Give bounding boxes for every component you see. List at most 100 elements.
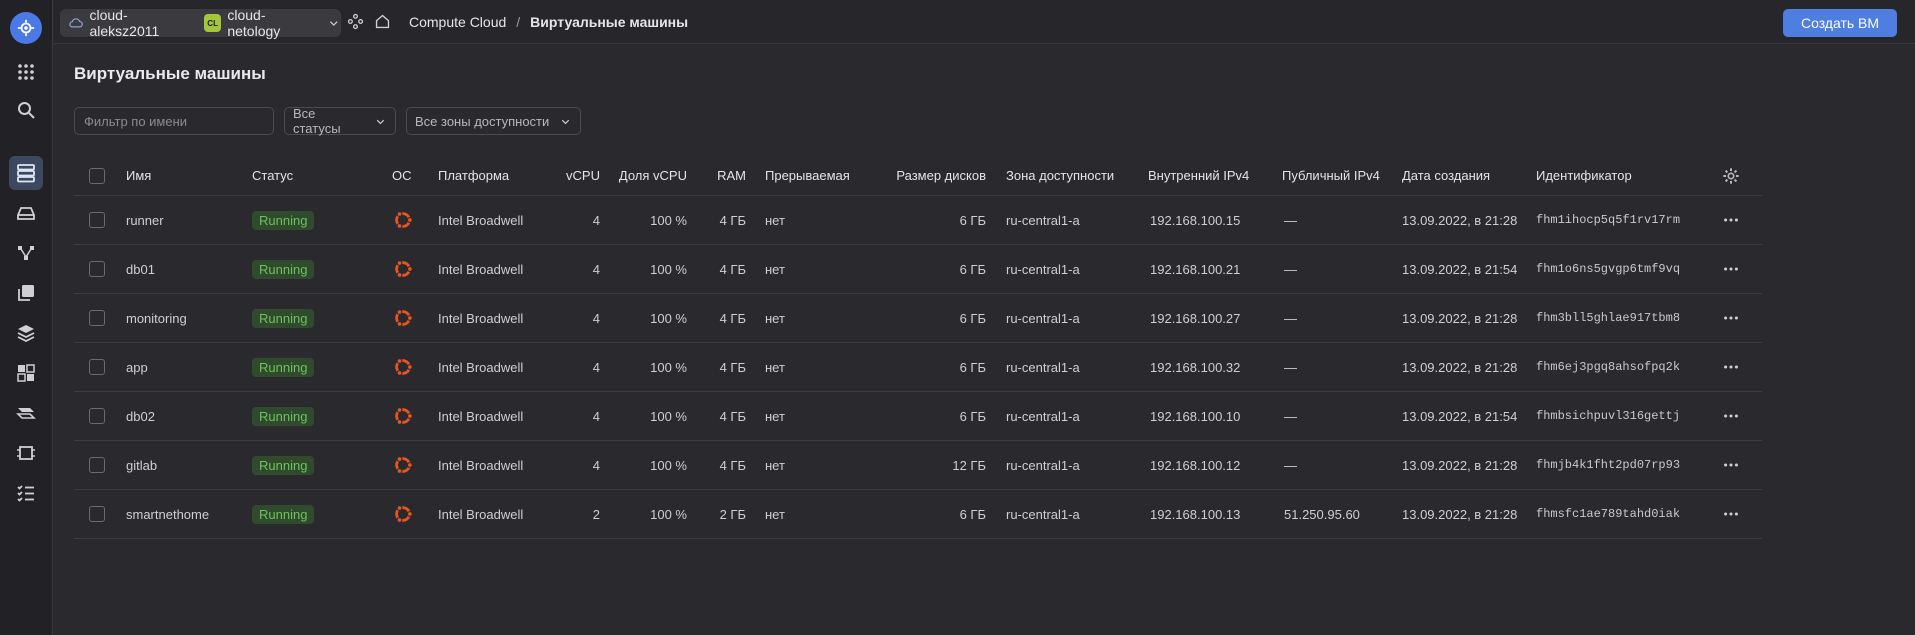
zone-filter-select[interactable]: Все зоны доступности <box>406 107 581 135</box>
table-row[interactable]: monitoring Running Intel Broadwell 4 100… <box>74 294 1762 343</box>
service-nodes-icon[interactable] <box>347 13 364 30</box>
vcpu-share: 100 % <box>650 506 687 522</box>
dedicated-hosts-icon[interactable] <box>9 436 43 470</box>
vm-name[interactable]: smartnethome <box>126 490 209 538</box>
column-settings-gear-icon[interactable] <box>1722 156 1740 195</box>
vm-name[interactable]: db01 <box>126 245 155 293</box>
row-checkbox[interactable] <box>89 408 105 424</box>
table-row[interactable]: db01 Running Intel Broadwell 4 100 % 4 Г… <box>74 245 1762 294</box>
cloud-logo-icon[interactable] <box>10 12 42 44</box>
header-vcpu-share[interactable]: Доля vCPU <box>609 156 687 195</box>
create-vm-button[interactable]: Создать ВМ <box>1783 9 1897 37</box>
select-all-checkbox[interactable] <box>89 167 105 184</box>
row-checkbox[interactable] <box>89 359 105 375</box>
disk-size: 12 ГБ <box>952 457 986 473</box>
table-body: runner Running Intel Broadwell 4 100 % 4… <box>74 196 1762 539</box>
vcpu-share: 100 % <box>650 359 687 375</box>
header-internal-ip[interactable]: Внутренний IPv4 <box>1148 156 1249 195</box>
created-date: 13.09.2022, в 21:28 <box>1402 457 1518 473</box>
table-row[interactable]: db02 Running Intel Broadwell 4 100 % 4 Г… <box>74 392 1762 441</box>
vm-name[interactable]: app <box>126 343 148 391</box>
instance-groups-icon[interactable] <box>9 356 43 390</box>
header-id[interactable]: Идентификатор <box>1536 156 1632 195</box>
platform: Intel Broadwell <box>438 359 524 375</box>
ram: 4 ГБ <box>719 212 746 228</box>
disk-size: 6 ГБ <box>959 506 986 522</box>
more-horizontal-icon[interactable] <box>1722 343 1740 391</box>
header-public-ip[interactable]: Публичный IPv4 <box>1282 156 1380 195</box>
header-zone[interactable]: Зона доступности <box>1006 156 1114 195</box>
breadcrumb-service[interactable]: Compute Cloud <box>409 14 506 30</box>
more-horizontal-icon[interactable] <box>1722 196 1740 244</box>
name-filter-input[interactable] <box>74 107 274 135</box>
home-icon[interactable] <box>374 13 391 30</box>
header-platform[interactable]: Платформа <box>438 156 509 195</box>
gpu-clusters-icon[interactable] <box>9 396 43 430</box>
images-icon[interactable] <box>9 316 43 350</box>
vm-name[interactable]: monitoring <box>126 294 187 342</box>
disks-icon[interactable] <box>9 196 43 230</box>
header-created[interactable]: Дата создания <box>1402 156 1490 195</box>
header-os[interactable]: ОС <box>392 156 412 195</box>
snapshots-icon[interactable] <box>9 276 43 310</box>
row-checkbox[interactable] <box>89 261 105 277</box>
row-checkbox[interactable] <box>89 310 105 326</box>
vm-name[interactable]: runner <box>126 196 164 244</box>
table-row[interactable]: app Running Intel Broadwell 4 100 % 4 ГБ… <box>74 343 1762 392</box>
created-date: 13.09.2022, в 21:28 <box>1402 506 1518 522</box>
header-vcpu[interactable]: vCPU <box>544 156 600 195</box>
row-checkbox[interactable] <box>89 457 105 473</box>
status-cell: Running <box>252 392 315 440</box>
more-horizontal-icon[interactable] <box>1722 294 1740 342</box>
table-row[interactable]: gitlab Running Intel Broadwell 4 100 % 4… <box>74 441 1762 490</box>
folder-name: cloud-netology <box>227 7 281 39</box>
header-name[interactable]: Имя <box>126 156 151 195</box>
cloud-folder-switcher[interactable]: cloud-aleksz2011 CL cloud-netology <box>60 7 341 39</box>
placement-groups-icon[interactable] <box>9 236 43 270</box>
more-horizontal-icon[interactable] <box>1722 441 1740 489</box>
row-checkbox[interactable] <box>89 212 105 228</box>
header-disk-size[interactable]: Размер дисков <box>874 156 986 195</box>
ubuntu-icon <box>392 196 414 244</box>
vm-name[interactable]: gitlab <box>126 441 157 489</box>
internal-ip: 192.168.100.10 <box>1150 408 1241 424</box>
more-horizontal-icon[interactable] <box>1722 392 1740 440</box>
zone: ru-central1-a <box>1006 212 1080 228</box>
vcpu: 2 <box>592 506 600 522</box>
public-ip: — <box>1284 261 1297 277</box>
platform: Intel Broadwell <box>438 408 524 424</box>
ubuntu-icon <box>392 490 414 538</box>
vcpu-share: 100 % <box>650 310 687 326</box>
virtual-machines-icon[interactable] <box>9 156 43 190</box>
status-badge: Running <box>252 210 315 230</box>
status-filter-select[interactable]: Все статусы <box>284 106 396 136</box>
status-badge: Running <box>252 455 315 475</box>
table-row[interactable]: runner Running Intel Broadwell 4 100 % 4… <box>74 196 1762 245</box>
public-ip: — <box>1284 310 1297 326</box>
table-row[interactable]: smartnethome Running Intel Broadwell 2 1… <box>74 490 1762 539</box>
header-status[interactable]: Статус <box>252 156 293 195</box>
folder-badge: CL <box>203 14 222 32</box>
status-filter-label: Все статусы <box>293 106 341 136</box>
status-badge: Running <box>252 357 315 377</box>
ram: 2 ГБ <box>719 506 746 522</box>
operations-icon[interactable] <box>9 476 43 510</box>
search-icon[interactable] <box>9 93 43 127</box>
row-checkbox[interactable] <box>89 506 105 522</box>
created-date: 13.09.2022, в 21:54 <box>1402 408 1518 424</box>
vm-name[interactable]: db02 <box>126 392 155 440</box>
header-preemptible[interactable]: Прерываемая <box>765 156 850 195</box>
header-ram[interactable]: RAM <box>694 156 746 195</box>
page-title: Виртуальные машины <box>74 64 266 83</box>
left-rail <box>0 0 53 635</box>
services-grid-icon[interactable] <box>9 55 43 89</box>
status-badge: Running <box>252 406 315 426</box>
preemptible: нет <box>765 359 785 375</box>
more-horizontal-icon[interactable] <box>1722 245 1740 293</box>
created-date: 13.09.2022, в 21:28 <box>1402 310 1518 326</box>
ubuntu-icon <box>392 343 414 391</box>
row-checkbox-cell <box>89 490 109 538</box>
public-ip: — <box>1284 457 1297 473</box>
more-horizontal-icon[interactable] <box>1722 490 1740 538</box>
app-root: cloud-aleksz2011 CL cloud-netology Compu… <box>0 0 1915 635</box>
